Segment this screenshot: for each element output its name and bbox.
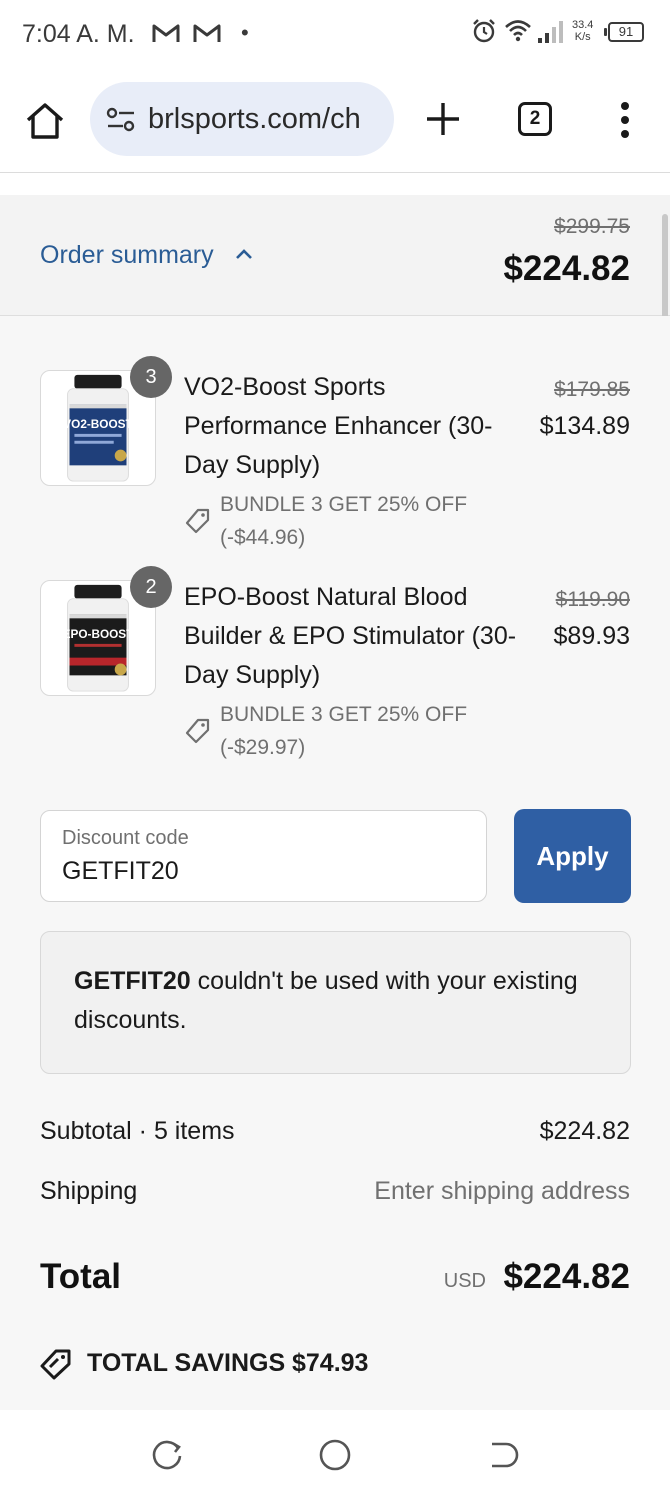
tag-icon: [185, 718, 210, 744]
network-speed-value: 33.4: [572, 19, 594, 31]
page-top-strip: [0, 173, 670, 196]
status-bar: 7:04 A. M. • 33.4 K/s 91: [0, 0, 670, 70]
bundle-discount-amount: (-$44.96): [220, 526, 306, 549]
bundle-discount-amount: (-$29.97): [220, 736, 306, 759]
status-time: 7:04 A. M.: [22, 20, 135, 48]
discount-code-input[interactable]: GETFIT20: [62, 857, 179, 886]
discount-code-label: Discount code: [62, 827, 189, 849]
tag-icon: [185, 508, 210, 534]
apply-button[interactable]: Apply: [514, 809, 631, 903]
alarm-icon: [473, 19, 495, 43]
signal-icon: [538, 21, 563, 43]
item-title: VO2-Boost Sports Performance Enhancer (3…: [184, 373, 493, 479]
network-speed: 33.4 K/s: [572, 19, 593, 43]
summary-total: $224.82: [503, 249, 630, 288]
more-menu-icon[interactable]: [618, 100, 632, 140]
subtotal-label: Subtotal · 5 items: [40, 1117, 235, 1145]
wifi-icon: [505, 20, 531, 42]
item-price: $89.93: [553, 622, 630, 650]
url-text: brlsports.com/ch: [148, 103, 361, 135]
notification-dot: •: [241, 20, 249, 45]
bundle-discount-name: BUNDLE 3 GET 25% OFF: [220, 493, 468, 516]
total-value: $224.82: [503, 1257, 630, 1296]
product-label-text: EPO-BOOST: [63, 628, 134, 641]
home-icon[interactable]: [24, 100, 66, 142]
item-title: EPO-Boost Natural Blood Builder & EPO St…: [184, 583, 517, 689]
total-savings-label: TOTAL SAVINGS: [87, 1349, 286, 1377]
total-currency: USD: [443, 1270, 486, 1292]
network-speed-unit: K/s: [574, 31, 591, 43]
discount-error-text: GETFIT20 couldn't be used with your exis…: [74, 962, 614, 1040]
savings-tag-icon: [40, 1349, 71, 1380]
home-nav-icon[interactable]: [318, 1438, 352, 1472]
site-settings-icon[interactable]: [106, 106, 136, 134]
gmail-notification-icon-2: [193, 24, 221, 42]
shipping-label: Shipping: [40, 1177, 138, 1205]
tab-switcher-button[interactable]: 2: [518, 102, 552, 136]
system-navigation-bar: [0, 1410, 670, 1500]
order-summary-header[interactable]: Order summary $299.75 $224.82: [0, 195, 670, 316]
discount-error-code: GETFIT20: [74, 967, 191, 995]
order-summary-toggle[interactable]: Order summary: [40, 241, 214, 270]
order-summary-content: VO2-BOOST 3 VO2-Boost Sports Performance…: [0, 316, 670, 1410]
quantity-badge: 2: [130, 566, 172, 608]
total-label: Total: [40, 1257, 122, 1296]
address-bar[interactable]: brlsports.com/ch: [90, 82, 394, 156]
discount-code-field[interactable]: Discount code GETFIT20: [40, 810, 487, 902]
battery-level: 91: [618, 24, 634, 39]
gmail-notification-icon: [152, 24, 180, 42]
tab-count: 2: [529, 108, 541, 129]
battery-icon: 91: [604, 22, 644, 42]
shipping-value: Enter shipping address: [374, 1177, 630, 1205]
new-tab-icon[interactable]: [424, 100, 462, 138]
back-icon[interactable]: [486, 1438, 520, 1472]
bundle-discount-name: BUNDLE 3 GET 25% OFF: [220, 703, 468, 726]
original-total: $299.75: [554, 215, 630, 238]
chevron-up-icon[interactable]: [234, 247, 254, 261]
item-original-price: $119.90: [555, 588, 630, 611]
product-label-text: VO2-BOOST: [63, 418, 133, 431]
subtotal-value: $224.82: [539, 1117, 630, 1145]
discount-error-notice: GETFIT20 couldn't be used with your exis…: [40, 931, 631, 1074]
recents-icon[interactable]: [150, 1438, 184, 1472]
item-price: $134.89: [539, 412, 630, 440]
total-savings-value: $74.93: [292, 1349, 369, 1377]
quantity-badge: 3: [130, 356, 172, 398]
browser-toolbar: brlsports.com/ch 2: [0, 70, 670, 173]
bundle-discount: BUNDLE 3 GET 25% OFF (-$44.96): [220, 488, 467, 554]
bundle-discount: BUNDLE 3 GET 25% OFF (-$29.97): [220, 698, 467, 764]
item-original-price: $179.85: [554, 378, 630, 401]
